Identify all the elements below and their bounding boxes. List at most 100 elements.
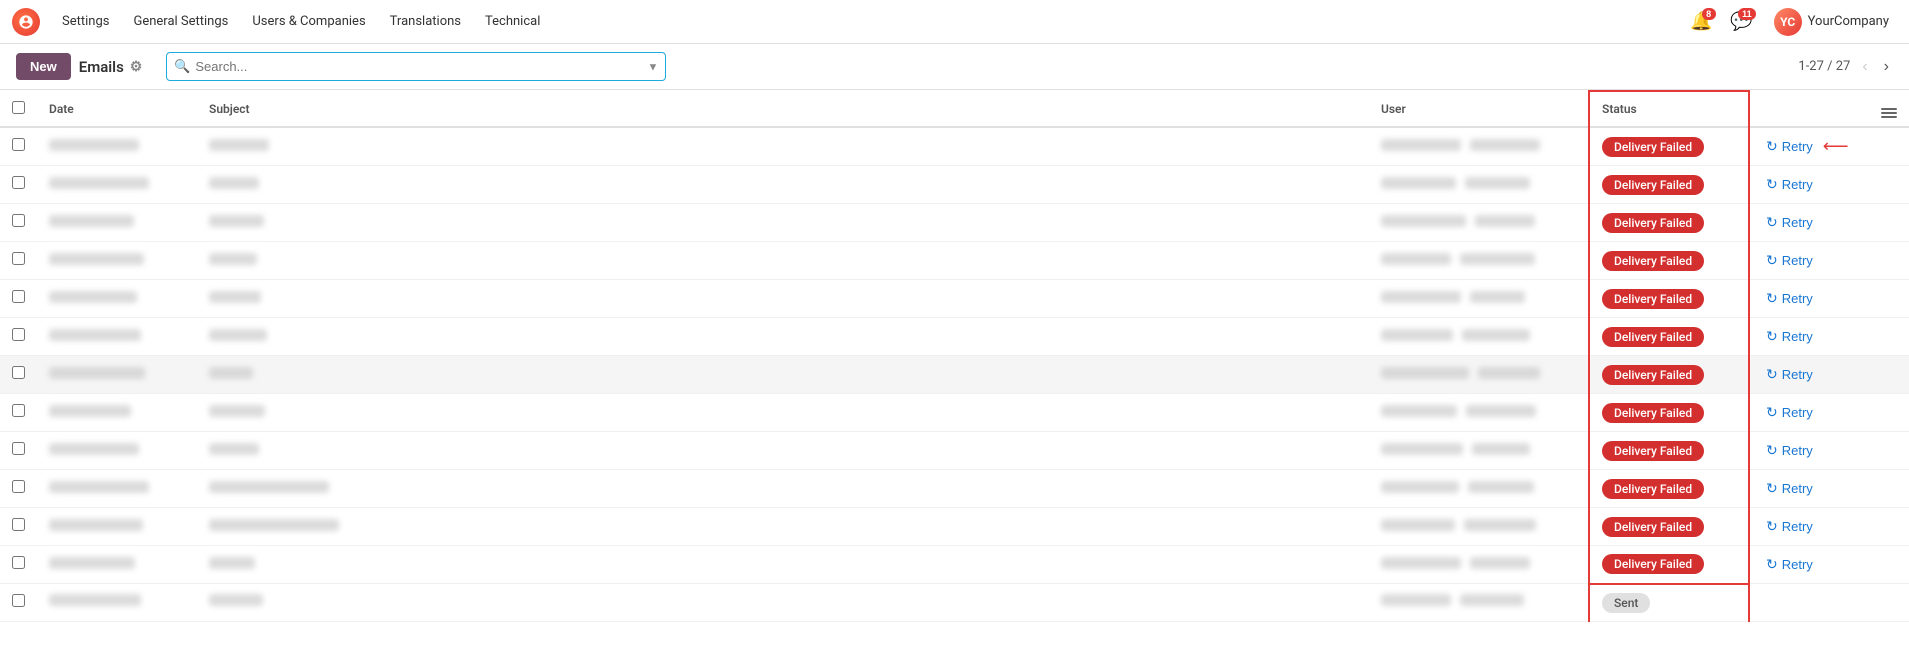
search-input[interactable] xyxy=(166,52,666,81)
retry-button[interactable]: ↻ Retry xyxy=(1762,440,1817,461)
retry-button[interactable]: ↻ Retry xyxy=(1762,402,1817,423)
date-cell xyxy=(37,546,197,584)
row-checkbox[interactable] xyxy=(12,480,25,493)
subject-cell xyxy=(197,127,1369,166)
empty-cell xyxy=(1869,204,1909,242)
retry-container: ↻ Retry xyxy=(1762,174,1857,195)
row-checkbox-cell xyxy=(0,318,37,356)
row-checkbox[interactable] xyxy=(12,138,25,151)
user-value-1 xyxy=(1381,594,1451,606)
nav-translations[interactable]: Translations xyxy=(380,10,471,33)
retry-icon: ↻ xyxy=(1766,442,1778,459)
retry-button[interactable]: ↻ Retry xyxy=(1762,174,1817,195)
user-cell xyxy=(1369,470,1589,508)
retry-button[interactable]: ↻ Retry xyxy=(1762,478,1817,499)
column-settings-icon[interactable] xyxy=(1881,108,1897,118)
table-row: Delivery Failed ↻ Retry xyxy=(0,356,1909,394)
subject-value xyxy=(209,481,329,493)
retry-button[interactable]: ↻ Retry xyxy=(1762,516,1817,537)
retry-button[interactable]: ↻ Retry xyxy=(1762,250,1817,271)
row-checkbox[interactable] xyxy=(12,176,25,189)
table-row: Delivery Failed ↻ Retry xyxy=(0,470,1909,508)
retry-label: Retry xyxy=(1782,291,1813,306)
retry-button[interactable]: ↻ Retry xyxy=(1762,212,1817,233)
status-cell: Delivery Failed xyxy=(1589,242,1749,280)
user-cell xyxy=(1369,432,1589,470)
nav-settings[interactable]: Settings xyxy=(52,10,119,33)
user-cell xyxy=(1369,166,1589,204)
row-checkbox[interactable] xyxy=(12,328,25,341)
row-checkbox-cell xyxy=(0,508,37,546)
row-checkbox-cell xyxy=(0,584,37,622)
user-value-1 xyxy=(1381,481,1459,493)
status-badge: Delivery Failed xyxy=(1602,441,1704,461)
emails-table: Date Subject User Status xyxy=(0,90,1909,622)
app-logo[interactable] xyxy=(12,8,40,36)
date-value xyxy=(49,367,145,379)
date-value xyxy=(49,139,139,151)
prev-page-button[interactable]: ‹ xyxy=(1858,56,1871,78)
subject-cell xyxy=(197,470,1369,508)
action-cell: ↻ Retry xyxy=(1749,204,1869,242)
status-column-header[interactable]: Status xyxy=(1589,91,1749,127)
nav-users-companies[interactable]: Users & Companies xyxy=(242,10,375,33)
retry-button[interactable]: ↻ Retry xyxy=(1762,554,1817,575)
date-value xyxy=(49,594,141,606)
table-row: Sent xyxy=(0,584,1909,622)
empty-cell xyxy=(1869,127,1909,166)
subject-value xyxy=(209,405,265,417)
row-checkbox[interactable] xyxy=(12,214,25,227)
retry-icon: ↻ xyxy=(1766,556,1778,573)
row-checkbox[interactable] xyxy=(12,366,25,379)
user-value-1 xyxy=(1381,367,1469,379)
user-cell xyxy=(1369,127,1589,166)
row-checkbox[interactable] xyxy=(12,556,25,569)
user-cell xyxy=(1369,242,1589,280)
user-menu[interactable]: YC YourCompany xyxy=(1766,4,1897,40)
retry-button[interactable]: ↻ Retry xyxy=(1762,288,1817,309)
row-checkbox[interactable] xyxy=(12,404,25,417)
notification-count-1: 8 xyxy=(1702,8,1716,20)
subject-cell xyxy=(197,394,1369,432)
messages-button[interactable]: 💬 11 xyxy=(1726,6,1758,38)
select-all-header xyxy=(0,91,37,127)
user-cell xyxy=(1369,204,1589,242)
nav-general-settings[interactable]: General Settings xyxy=(123,10,238,33)
page-title-text: Emails xyxy=(79,58,124,76)
user-value-1 xyxy=(1381,329,1453,341)
select-all-checkbox[interactable] xyxy=(12,101,25,114)
search-dropdown-icon[interactable]: ▼ xyxy=(647,60,658,73)
nav-technical[interactable]: Technical xyxy=(475,10,550,33)
notifications-button[interactable]: 🔔 8 xyxy=(1686,6,1718,38)
date-column-header[interactable]: Date xyxy=(37,91,197,127)
action-cell: ↻ Retry xyxy=(1749,242,1869,280)
retry-icon: ↻ xyxy=(1766,518,1778,535)
subject-value xyxy=(209,215,264,227)
subject-cell xyxy=(197,584,1369,622)
row-checkbox[interactable] xyxy=(12,594,25,607)
subject-cell xyxy=(197,280,1369,318)
retry-container: ↻ Retry xyxy=(1762,250,1857,271)
retry-button[interactable]: ↻ Retry xyxy=(1762,326,1817,347)
retry-container: ↻ Retry xyxy=(1762,326,1857,347)
new-button[interactable]: New xyxy=(16,53,71,80)
action-cell: ↻ Retry ⟵ xyxy=(1749,127,1869,166)
retry-label: Retry xyxy=(1782,519,1813,534)
date-cell xyxy=(37,280,197,318)
retry-button[interactable]: ↻ Retry xyxy=(1762,364,1817,385)
date-value xyxy=(49,443,139,455)
row-checkbox[interactable] xyxy=(12,518,25,531)
empty-cell xyxy=(1869,584,1909,622)
row-checkbox[interactable] xyxy=(12,442,25,455)
row-checkbox[interactable] xyxy=(12,252,25,265)
next-page-button[interactable]: › xyxy=(1880,56,1893,78)
subject-column-header[interactable]: Subject xyxy=(197,91,1369,127)
subject-cell xyxy=(197,508,1369,546)
row-checkbox[interactable] xyxy=(12,290,25,303)
row-checkbox-cell xyxy=(0,242,37,280)
date-cell xyxy=(37,584,197,622)
user-name: YourCompany xyxy=(1808,14,1889,29)
gear-icon[interactable]: ⚙ xyxy=(130,59,143,75)
user-column-header[interactable]: User xyxy=(1369,91,1589,127)
retry-button[interactable]: ↻ Retry xyxy=(1762,136,1817,157)
